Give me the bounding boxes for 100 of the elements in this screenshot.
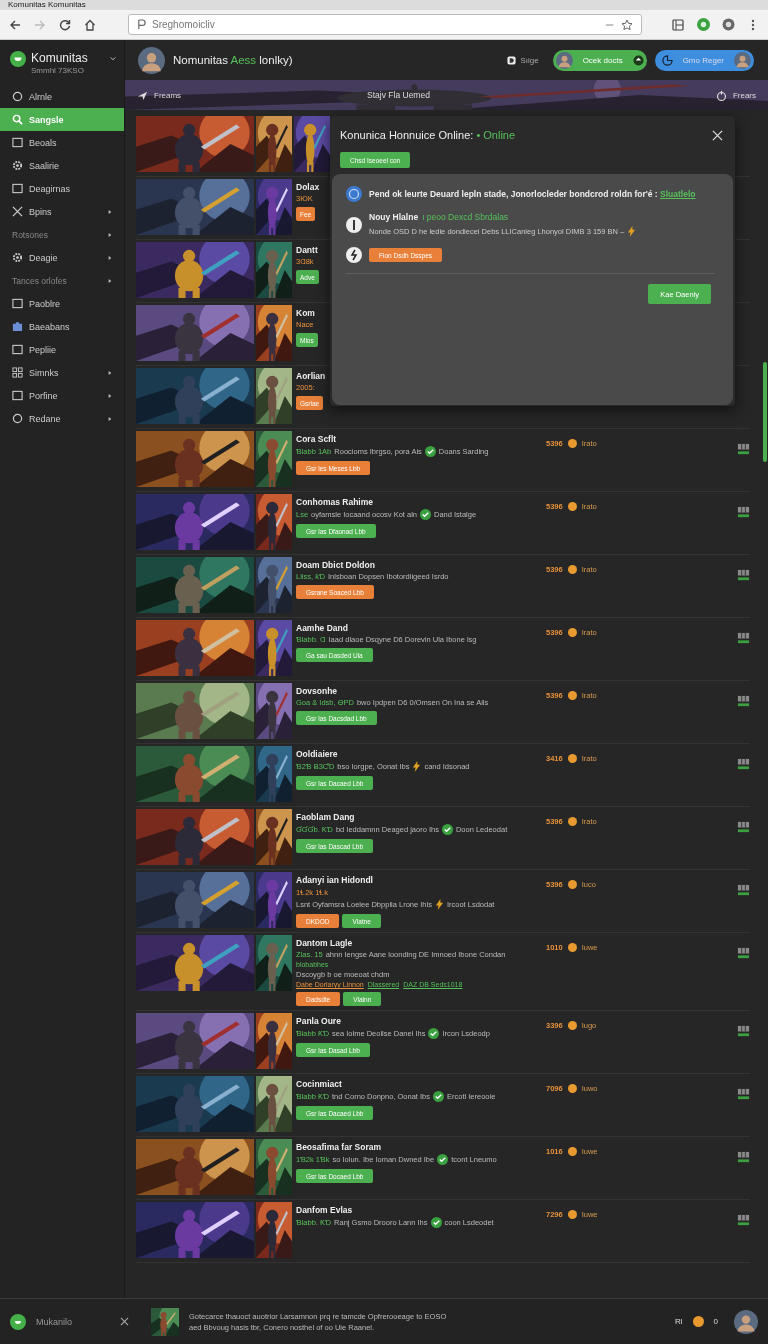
- coin-icon: [567, 565, 577, 574]
- item-title[interactable]: Aamhe Dand: [296, 623, 348, 633]
- message-link[interactable]: Sluatlelo: [660, 189, 696, 199]
- address-bar[interactable]: Sreghomoicliv: [128, 14, 642, 35]
- item-title[interactable]: Faoblam Dang: [296, 812, 355, 822]
- d-icon: [507, 55, 517, 65]
- avatar-icon: [734, 51, 751, 69]
- reload-icon[interactable]: [58, 17, 72, 32]
- chevron-icon[interactable]: [110, 56, 116, 62]
- grid-icon[interactable]: [737, 1214, 750, 1227]
- gear-icon: [12, 252, 23, 263]
- sidebar-item[interactable]: Simnks: [0, 361, 124, 384]
- arrow-icon: [108, 392, 112, 399]
- coin-icon: [567, 1084, 577, 1093]
- item-title[interactable]: Ooldiaiere: [296, 749, 338, 759]
- item-title[interactable]: Dolax: [296, 182, 320, 192]
- brand-name: Komunitas: [31, 51, 89, 65]
- coin-icon: [567, 1147, 577, 1156]
- coin-icon: [567, 502, 577, 511]
- coin-icon: [567, 1021, 577, 1030]
- grid-icon[interactable]: [737, 1025, 750, 1038]
- item-title[interactable]: Dovsonhe: [296, 686, 338, 696]
- brand-subtitle: Smmhl 73KSO: [31, 66, 85, 75]
- arrow-icon: [108, 254, 112, 261]
- sidebar-item[interactable]: Alrnle: [0, 85, 124, 108]
- hero-link[interactable]: Freams: [137, 89, 182, 101]
- grid-icon[interactable]: [737, 443, 750, 456]
- grid-icon[interactable]: [737, 758, 750, 771]
- grid-icon[interactable]: [737, 695, 750, 708]
- dialog-title: Konunica Honnuice Online: • Online: [340, 129, 516, 141]
- scroll-thumb[interactable]: [763, 362, 767, 462]
- grid-icon[interactable]: [737, 821, 750, 834]
- profile-icon[interactable]: [696, 17, 710, 32]
- square-icon: [12, 137, 23, 148]
- item-title[interactable]: Dantom Lagle: [296, 938, 353, 948]
- arrow-icon: [108, 208, 112, 215]
- sidebar-item[interactable]: Bpins: [0, 200, 124, 223]
- grid-icon[interactable]: [737, 884, 750, 897]
- item-title[interactable]: Adanyi ian Hidondl: [296, 875, 373, 885]
- item-title[interactable]: Aorlian: [296, 371, 326, 381]
- sidebar-item[interactable]: Porfine: [0, 384, 124, 407]
- coin-icon: [567, 880, 577, 889]
- timer-icon: [715, 89, 727, 101]
- bolt-icon: [346, 247, 362, 263]
- cross-icon: [12, 206, 23, 217]
- coin-icon: [567, 439, 577, 448]
- home-icon[interactable]: [83, 17, 97, 32]
- sidebar-section[interactable]: Rotsones: [0, 223, 124, 246]
- page-icon: [137, 19, 146, 30]
- settings-icon[interactable]: [721, 17, 735, 32]
- grid-icon[interactable]: [737, 632, 750, 645]
- sidebar-section[interactable]: Tances orlofes: [0, 269, 124, 292]
- hero-link[interactable]: Frears: [715, 89, 756, 101]
- message-tag: ı peoo Dexcd Sbrdalas: [422, 212, 509, 222]
- sidebar-item[interactable]: Pepliie: [0, 338, 124, 361]
- swirl-icon: [661, 54, 673, 66]
- coin-icon: [567, 817, 577, 826]
- header-link[interactable]: Sıige: [507, 55, 539, 65]
- sidebar-item[interactable]: Deagie: [0, 246, 124, 269]
- url-text: Sreghomoicliv: [152, 19, 215, 30]
- grid-icon[interactable]: [737, 506, 750, 519]
- square-icon: [12, 390, 23, 401]
- grid-icon[interactable]: [737, 1088, 750, 1101]
- star-icon[interactable]: [621, 18, 633, 31]
- message-text: Pend ok leurte Deuard lepln stade, Jonorlocleder bondcrod roldn for'é : Sluatlelo: [369, 188, 696, 200]
- sidebar-item[interactable]: Deagirnas: [0, 177, 124, 200]
- sidebar-item[interactable]: Beoals: [0, 131, 124, 154]
- globe-icon: [346, 186, 362, 202]
- grid-icon[interactable]: [737, 569, 750, 582]
- sidebar-item[interactable]: Redane: [0, 407, 124, 430]
- message-title: Nouy Hlalne: [369, 212, 419, 222]
- coin-count: 0: [713, 1317, 718, 1326]
- plane-icon: [137, 89, 148, 101]
- close-icon[interactable]: [120, 1317, 129, 1326]
- square-icon: [12, 298, 23, 309]
- extension-icon[interactable]: [671, 17, 685, 32]
- coin-icon: [692, 1316, 704, 1327]
- coin-icon: [567, 1210, 577, 1219]
- item-title[interactable]: Beosafima far Soram: [296, 1142, 382, 1152]
- item-title[interactable]: Dantt: [296, 245, 318, 255]
- info-icon: [346, 216, 362, 233]
- item-title[interactable]: Cora Scflt: [296, 434, 337, 444]
- sidebar-item[interactable]: Paoblre: [0, 292, 124, 315]
- item-title[interactable]: Danfom Evlas: [296, 1205, 353, 1215]
- coin-icon: [567, 754, 577, 763]
- grid-icon[interactable]: [737, 947, 750, 960]
- item-title[interactable]: Cocinmiact: [296, 1079, 342, 1089]
- coin-icon: [567, 628, 577, 637]
- item-title[interactable]: Doam Dbict Doldon: [296, 560, 375, 570]
- item-title[interactable]: Kom: [296, 308, 315, 318]
- hero-title: Stajv Fla Uemed: [366, 90, 431, 100]
- item-title[interactable]: Panla Oure: [296, 1016, 341, 1026]
- item-title[interactable]: Conhomas Rahime: [296, 497, 373, 507]
- grid-icon[interactable]: [737, 1151, 750, 1164]
- browser-tab[interactable]: Komunitas Komunitas: [8, 0, 86, 10]
- coin-icon: [567, 691, 577, 700]
- square-icon: [12, 183, 23, 194]
- sidebar-item[interactable]: Saalirie: [0, 154, 124, 177]
- user-name: Mukanilo: [36, 1316, 73, 1327]
- sidebar-item[interactable]: Baeabans: [0, 315, 124, 338]
